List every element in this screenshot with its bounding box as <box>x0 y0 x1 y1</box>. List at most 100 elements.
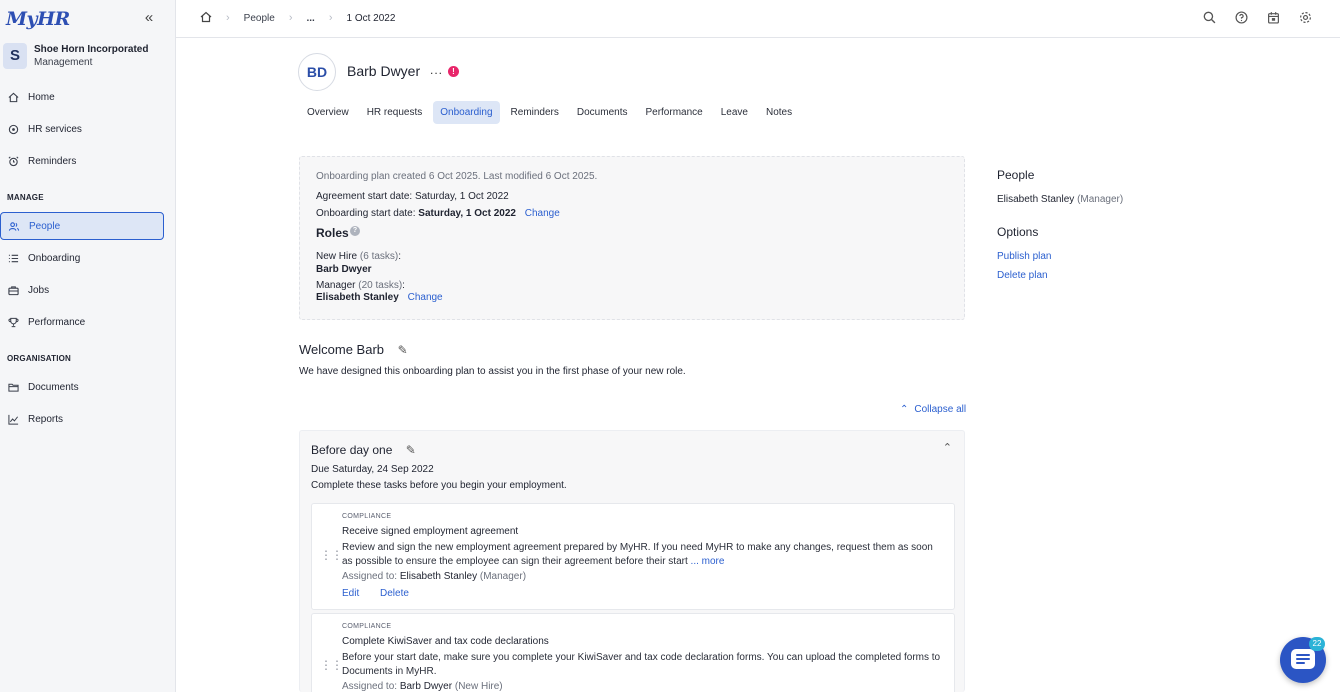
sidebar-item-label: Reminders <box>28 155 77 167</box>
welcome-text: We have designed this onboarding plan to… <box>299 366 686 377</box>
task-category: COMPLIANCE <box>342 513 392 520</box>
sidebar-item-jobs[interactable]: Jobs <box>0 276 164 304</box>
sidebar-item-label: Onboarding <box>28 252 81 264</box>
search-icon[interactable] <box>1202 10 1216 24</box>
edit-pencil-icon[interactable]: ✎ <box>398 343 408 357</box>
sidebar-item-performance[interactable]: Performance <box>0 308 164 336</box>
role-task-count: (6 tasks) <box>359 251 399 262</box>
sidebar-item-label: Home <box>28 91 55 103</box>
sidebar-item-people[interactable]: People <box>0 212 164 240</box>
task-title: Complete KiwiSaver and tax code declarat… <box>342 636 549 647</box>
onboarding-start-value: Saturday, 1 Oct 2022 <box>418 208 516 219</box>
section-title: Before day one <box>311 443 393 457</box>
manager-name: Elisabeth Stanley <box>316 292 399 303</box>
briefcase-icon <box>7 284 19 296</box>
chevron-up-icon[interactable]: ⌃ <box>943 441 952 454</box>
role-name: Manager <box>316 280 356 291</box>
onboarding-start-label: Onboarding start date: <box>316 208 416 219</box>
task-card[interactable]: ⋮⋮ COMPLIANCE Complete KiwiSaver and tax… <box>311 613 955 692</box>
sidebar-item-documents[interactable]: Documents <box>0 373 164 401</box>
section-due-date: Due Saturday, 24 Sep 2022 <box>311 464 434 475</box>
task-assignee: Assigned to: Barb Dwyer (New Hire) <box>342 681 503 692</box>
role-manager-person: Elisabeth Stanley Change <box>316 292 443 303</box>
home-icon[interactable] <box>200 11 212 26</box>
delete-plan-link[interactable]: Delete plan <box>997 270 1048 281</box>
main-content: BD Barb Dwyer ... ! Overview HR requests… <box>176 38 1340 692</box>
sidebar-item-onboarding[interactable]: Onboarding <box>0 244 164 272</box>
myhr-logo[interactable]: MyHR <box>6 8 70 30</box>
tab-documents[interactable]: Documents <box>570 101 635 124</box>
assignee-role: (Manager) <box>479 571 527 582</box>
top-bar: › People › ... › 1 Oct 2022 <box>176 0 1340 38</box>
welcome-title: Welcome Barb <box>299 342 385 357</box>
top-actions <box>1202 10 1312 24</box>
section-heading: Before day one ✎ <box>311 443 416 457</box>
assignee-role: (New Hire) <box>454 681 503 692</box>
role-colon: : <box>398 251 402 262</box>
role-manager-label: Manager (20 tasks): <box>316 280 405 291</box>
tab-onboarding[interactable]: Onboarding <box>433 101 500 124</box>
help-icon[interactable]: ? <box>350 226 360 236</box>
tab-reminders[interactable]: Reminders <box>504 101 566 124</box>
task-description: Before your start date, make sure you co… <box>342 652 941 677</box>
role-colon: : <box>402 280 405 291</box>
manager-role: (Manager) <box>1077 194 1124 205</box>
breadcrumb: › People › ... › 1 Oct 2022 <box>200 0 395 36</box>
assigned-label: Assigned to: <box>342 681 398 692</box>
edit-pencil-icon[interactable]: ✎ <box>406 443 416 457</box>
gear-icon[interactable] <box>1298 10 1312 24</box>
collapse-sidebar-icon[interactable]: « <box>141 10 157 26</box>
task-description: Review and sign the new employment agree… <box>342 541 942 569</box>
home-icon <box>7 91 19 103</box>
task-title: Receive signed employment agreement <box>342 526 519 537</box>
chevron-right-icon: › <box>226 12 230 24</box>
tab-notes[interactable]: Notes <box>759 101 799 124</box>
task-card[interactable]: ⋮⋮ COMPLIANCE Receive signed employment … <box>311 503 955 610</box>
breadcrumb-ellipsis[interactable]: ... <box>306 13 314 24</box>
more-options-button[interactable]: ... <box>430 63 443 77</box>
assignee-name: Elisabeth Stanley <box>399 571 478 582</box>
org-switcher[interactable]: S Shoe Horn Incorporated Management <box>3 43 173 71</box>
person-avatar: BD <box>298 53 336 91</box>
help-icon[interactable] <box>1234 10 1248 24</box>
section-description: Complete these tasks before you begin yo… <box>311 480 567 491</box>
sidebar-item-reminders[interactable]: Reminders <box>0 147 164 175</box>
drag-handle-icon[interactable]: ⋮⋮ <box>320 658 343 672</box>
edit-task-link[interactable]: Edit <box>342 588 359 599</box>
role-new-hire-label: New Hire (6 tasks): <box>316 251 401 262</box>
chevron-right-icon: › <box>328 12 333 24</box>
org-avatar: S <box>3 43 27 69</box>
tab-overview[interactable]: Overview <box>300 101 356 124</box>
publish-plan-link[interactable]: Publish plan <box>997 251 1051 262</box>
alert-icon[interactable]: ! <box>448 66 459 77</box>
breadcrumb-people[interactable]: People <box>244 13 275 24</box>
sidebar-item-hr-services[interactable]: HR services <box>0 115 164 143</box>
tab-performance[interactable]: Performance <box>638 101 709 124</box>
alarm-clock-icon <box>7 155 19 167</box>
sidebar-item-reports[interactable]: Reports <box>0 405 164 433</box>
options-heading: Options <box>997 225 1039 239</box>
people-heading: People <box>997 168 1035 182</box>
sidebar-item-home[interactable]: Home <box>0 83 164 111</box>
manager-name: Elisabeth Stanley <box>997 194 1075 205</box>
organisation-section-label: ORGANISATION <box>7 354 72 363</box>
drag-handle-icon[interactable]: ⋮⋮ <box>320 548 343 562</box>
task-section: Before day one ✎ ⌃ Due Saturday, 24 Sep … <box>299 430 965 692</box>
tab-leave[interactable]: Leave <box>714 101 755 124</box>
collapse-all-button[interactable]: ⌃ Collapse all <box>900 404 966 415</box>
assignee-name: Barb Dwyer <box>399 681 453 692</box>
tab-hr-requests[interactable]: HR requests <box>360 101 430 124</box>
sidebar-item-label: Performance <box>28 316 86 328</box>
agreement-start-date: Agreement start date: Saturday, 1 Oct 20… <box>316 191 509 202</box>
delete-task-link[interactable]: Delete <box>380 588 409 599</box>
calendar-icon[interactable] <box>1266 10 1280 24</box>
folder-icon <box>7 381 19 393</box>
chevron-up-icon: ⌃ <box>900 404 909 415</box>
show-more-link[interactable]: ... more <box>691 556 725 567</box>
change-manager-link[interactable]: Change <box>408 292 443 303</box>
person-name: Barb Dwyer <box>347 63 421 79</box>
change-start-date-link[interactable]: Change <box>525 208 560 219</box>
trophy-icon <box>7 316 19 328</box>
plan-summary: Onboarding plan created 6 Oct 2025. Last… <box>299 156 965 320</box>
role-task-count: (20 tasks) <box>358 280 403 291</box>
